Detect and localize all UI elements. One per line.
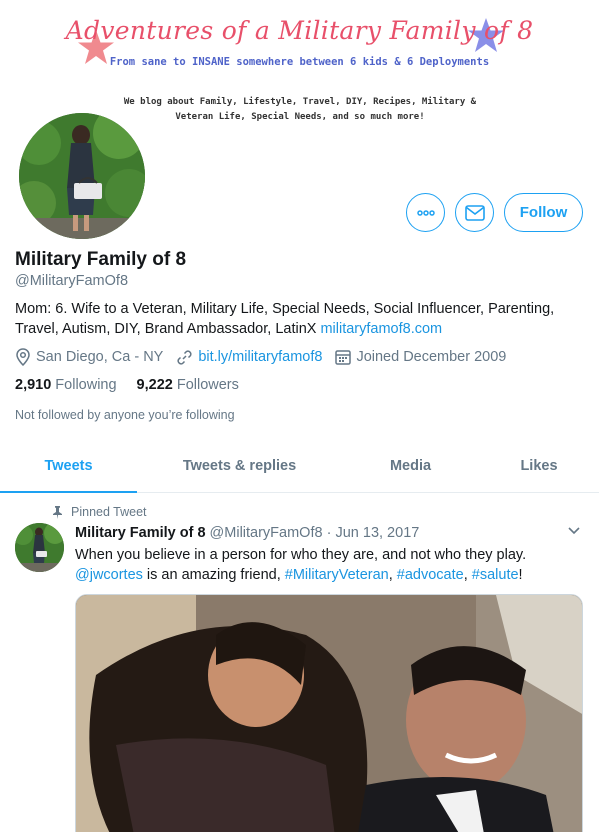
tweet-text: When you believe in a person for who the… <box>75 545 585 585</box>
banner-title: Adventures of a Military Family of 8 <box>65 16 534 45</box>
tweet-handle[interactable]: @MilitaryFamOf8 <box>210 525 323 541</box>
profile-bio: Mom: 6. Wife to a Veteran, Military Life… <box>15 300 585 339</box>
profile-name: Military Family of 8 <box>15 249 187 270</box>
tweet-text-part: is an amazing friend, <box>142 567 285 583</box>
not-followed-notice: Not followed by anyone you’re following <box>15 408 235 422</box>
tweet-avatar[interactable] <box>15 523 64 572</box>
tweet-date[interactable]: Jun 13, 2017 <box>335 525 419 541</box>
joined-text: Joined December 2009 <box>356 349 507 365</box>
tweet-author[interactable]: Military Family of 8 <box>75 525 206 541</box>
tweet-text-part: ! <box>518 567 523 583</box>
link-icon <box>177 349 192 365</box>
tab-tweets-replies[interactable]: Tweets & replies <box>137 444 342 492</box>
profile-stats: 2,910 Following 9,222 Followers <box>15 377 259 393</box>
banner-description: We blog about Family, Lifestyle, Travel,… <box>123 97 477 122</box>
chevron-down-icon[interactable] <box>567 526 581 536</box>
follow-button[interactable]: Follow <box>504 193 583 232</box>
tweet-text-part: When you believe in a person for who the… <box>75 547 527 563</box>
tweet-hashtag[interactable]: #salute <box>472 567 519 583</box>
joined-item: Joined December 2009 <box>335 349 506 365</box>
website-link[interactable]: bit.ly/militaryfamof8 <box>198 349 322 365</box>
location-pin-icon <box>16 348 30 366</box>
pinned-label: Pinned Tweet <box>52 505 147 519</box>
profile-handle: @MilitaryFamOf8 <box>15 273 129 289</box>
tab-tweets[interactable]: Tweets <box>0 444 137 493</box>
tweet-text-part: , <box>388 567 397 583</box>
followers-count: 9,222 <box>136 377 173 393</box>
followers-stat[interactable]: 9,222 Followers <box>137 377 239 393</box>
tweet-separator: · <box>326 525 332 541</box>
tweet-mention[interactable]: @jwcortes <box>75 567 143 583</box>
pinned-text: Pinned Tweet <box>71 505 147 519</box>
bio-text: Mom: 6. Wife to a Veteran, Military Life… <box>15 301 555 337</box>
tab-media[interactable]: Media <box>342 444 479 492</box>
pin-icon <box>53 505 62 519</box>
tab-likes[interactable]: Likes <box>479 444 599 492</box>
bio-link[interactable]: militaryfamof8.com <box>320 321 442 337</box>
location-text: San Diego, Ca - NY <box>36 349 164 365</box>
avatar-photo <box>19 113 145 239</box>
following-count: 2,910 <box>15 377 52 393</box>
profile-avatar[interactable] <box>15 109 149 243</box>
envelope-icon <box>464 204 485 221</box>
more-button[interactable] <box>406 193 445 232</box>
followers-label: Followers <box>176 377 239 393</box>
profile-tabs: Tweets Tweets & replies Media Likes <box>0 444 599 493</box>
calendar-icon <box>335 350 352 365</box>
website-item[interactable]: bit.ly/militaryfamof8 <box>176 349 322 366</box>
tweet-photo-image <box>76 595 582 832</box>
tweet-hashtag[interactable]: #advocate <box>397 567 464 583</box>
tweet-text-part: , <box>463 567 472 583</box>
profile-meta: San Diego, Ca - NY bit.ly/militaryfamof8… <box>15 348 519 366</box>
tweet-header: Military Family of 8 @MilitaryFamOf8 · Ju… <box>75 525 419 541</box>
avatar-photo <box>15 523 64 572</box>
tweet-photo[interactable] <box>75 594 583 832</box>
more-icon <box>416 209 435 216</box>
tweet-hashtag[interactable]: #MilitaryVeteran <box>285 567 389 583</box>
following-stat[interactable]: 2,910 Following <box>15 377 117 393</box>
location-item: San Diego, Ca - NY <box>15 348 163 366</box>
banner-subtitle: From sane to INSANE somewhere between 6 … <box>109 56 490 68</box>
following-label: Following <box>55 377 117 393</box>
message-button[interactable] <box>455 193 494 232</box>
